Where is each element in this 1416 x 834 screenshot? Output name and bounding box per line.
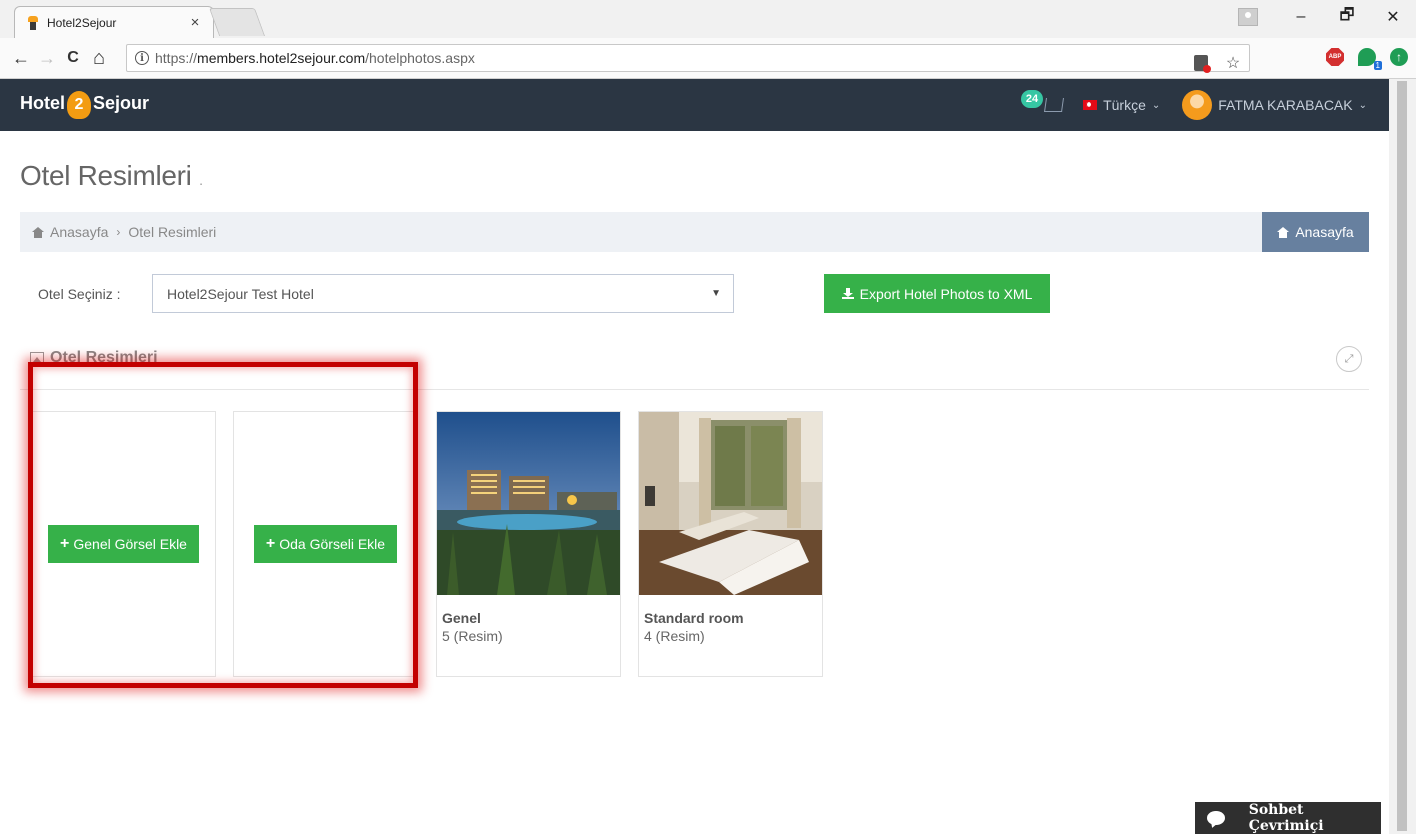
star-icon[interactable]: ☆ <box>1223 53 1243 73</box>
standard-room-photo[interactable] <box>639 412 822 595</box>
site-logo[interactable]: Hotel 2 Sejour <box>20 89 149 119</box>
breadcrumb-home-link[interactable]: Anasayfa <box>50 224 108 240</box>
extension-green-icon[interactable]: 1 <box>1358 48 1382 70</box>
url-text: https://members.hotel2sejour.com/hotelph… <box>155 50 475 66</box>
chat-online-button[interactable]: Sohbet Çevrimiçi <box>1195 802 1381 834</box>
scroll-thumb[interactable] <box>1397 81 1407 831</box>
browser-tabstrip: Hotel2Sejour × – 🗗 ✕ <box>0 0 1416 38</box>
site-header: Hotel 2 Sejour 24 Türkçe ⌄ FATMA KARABAC… <box>0 79 1389 131</box>
chevron-down-icon: ⌄ <box>1358 99 1367 111</box>
picture-icon <box>30 352 44 364</box>
fullscreen-icon[interactable]: ⤢ <box>1336 346 1362 372</box>
adblock-icon[interactable]: ABP <box>1326 48 1344 66</box>
update-icon[interactable]: ↑ <box>1390 48 1408 66</box>
chevron-down-icon: ⌄ <box>1151 99 1161 111</box>
album-name: Standard room <box>644 610 744 626</box>
download-icon <box>841 288 854 299</box>
restore-button[interactable]: 🗗 <box>1324 4 1370 31</box>
lock-icon[interactable] <box>1191 53 1211 73</box>
plus-icon: + <box>265 535 276 552</box>
cart-icon[interactable] <box>1044 98 1065 112</box>
portlet-title: Otel Resimleri <box>30 349 158 367</box>
tab-close-icon[interactable]: × <box>185 14 205 31</box>
album-name: Genel <box>442 610 481 626</box>
home-icon <box>32 226 44 238</box>
avatar[interactable] <box>1182 90 1213 120</box>
breadcrumb-separator: › <box>116 225 121 239</box>
album-count: 4 (Resim) <box>644 628 705 644</box>
add-general-card: + Genel Görsel Ekle <box>31 411 216 677</box>
album-card-standard-room[interactable]: Standard room 4 (Resim) <box>638 411 823 677</box>
extensions: ABP 1 ↑ <box>1326 48 1408 70</box>
header-actions: 24 Türkçe ⌄ FATMA KARABACAK ⌄ <box>1020 79 1367 131</box>
forward-icon[interactable]: → <box>34 48 60 69</box>
page-scrollbar[interactable] <box>1389 79 1416 834</box>
browser-toolbar: ← → C ⌂ i https://members.hotel2sejour.c… <box>0 38 1416 79</box>
home-icon[interactable]: ⌂ <box>86 47 112 70</box>
tab-favicon-icon <box>27 15 39 30</box>
hotel-select-label: Otel Seçiniz : <box>38 286 121 302</box>
add-room-image-button[interactable]: + Oda Görseli Ekle <box>253 525 398 563</box>
breadcrumb-bar: Anasayfa › Otel Resimleri Anasayfa <box>20 212 1369 252</box>
add-general-image-button[interactable]: + Genel Görsel Ekle <box>48 525 199 563</box>
hotel-night-photo[interactable] <box>437 412 620 595</box>
album-count: 5 (Resim) <box>442 628 503 644</box>
export-xml-button[interactable]: Export Hotel Photos to XML <box>824 274 1050 313</box>
chat-bubble-icon <box>1207 811 1225 825</box>
profile-icon[interactable] <box>1238 8 1258 26</box>
language-selector[interactable]: Türkçe <box>1103 97 1146 113</box>
page-title: Otel Resimleri . <box>20 160 203 191</box>
back-icon[interactable]: ← <box>8 48 34 69</box>
dropdown-arrow-icon: ▼ <box>711 288 721 299</box>
cart-count-badge: 24 <box>1020 90 1044 108</box>
home-button[interactable]: Anasayfa <box>1262 212 1369 252</box>
minimize-button[interactable]: – <box>1278 8 1324 26</box>
close-window-button[interactable]: ✕ <box>1370 7 1416 27</box>
reload-icon[interactable]: C <box>60 49 86 67</box>
plus-icon: + <box>60 535 70 552</box>
breadcrumb-current: Otel Resimleri <box>128 224 217 240</box>
user-menu[interactable]: FATMA KARABACAK <box>1218 97 1352 113</box>
window-controls: – 🗗 ✕ <box>1238 0 1416 34</box>
omnibox-actions: ☆ <box>1191 53 1243 73</box>
browser-tab[interactable]: Hotel2Sejour × <box>14 6 214 38</box>
new-tab-button[interactable] <box>208 8 266 36</box>
breadcrumb: Anasayfa › Otel Resimleri <box>32 224 216 240</box>
turkish-flag-icon <box>1083 100 1098 110</box>
address-bar[interactable]: i https://members.hotel2sejour.com/hotel… <box>126 44 1250 73</box>
album-card-general[interactable]: Genel 5 (Resim) <box>436 411 621 677</box>
portlet-divider <box>20 389 1369 390</box>
site-info-icon[interactable]: i <box>135 51 149 65</box>
add-room-card: + Oda Görseli Ekle <box>233 411 418 677</box>
hotel-select[interactable]: Hotel2Sejour Test Hotel ▼ <box>152 274 734 313</box>
home-icon <box>1277 226 1290 238</box>
tab-title: Hotel2Sejour <box>47 15 117 30</box>
